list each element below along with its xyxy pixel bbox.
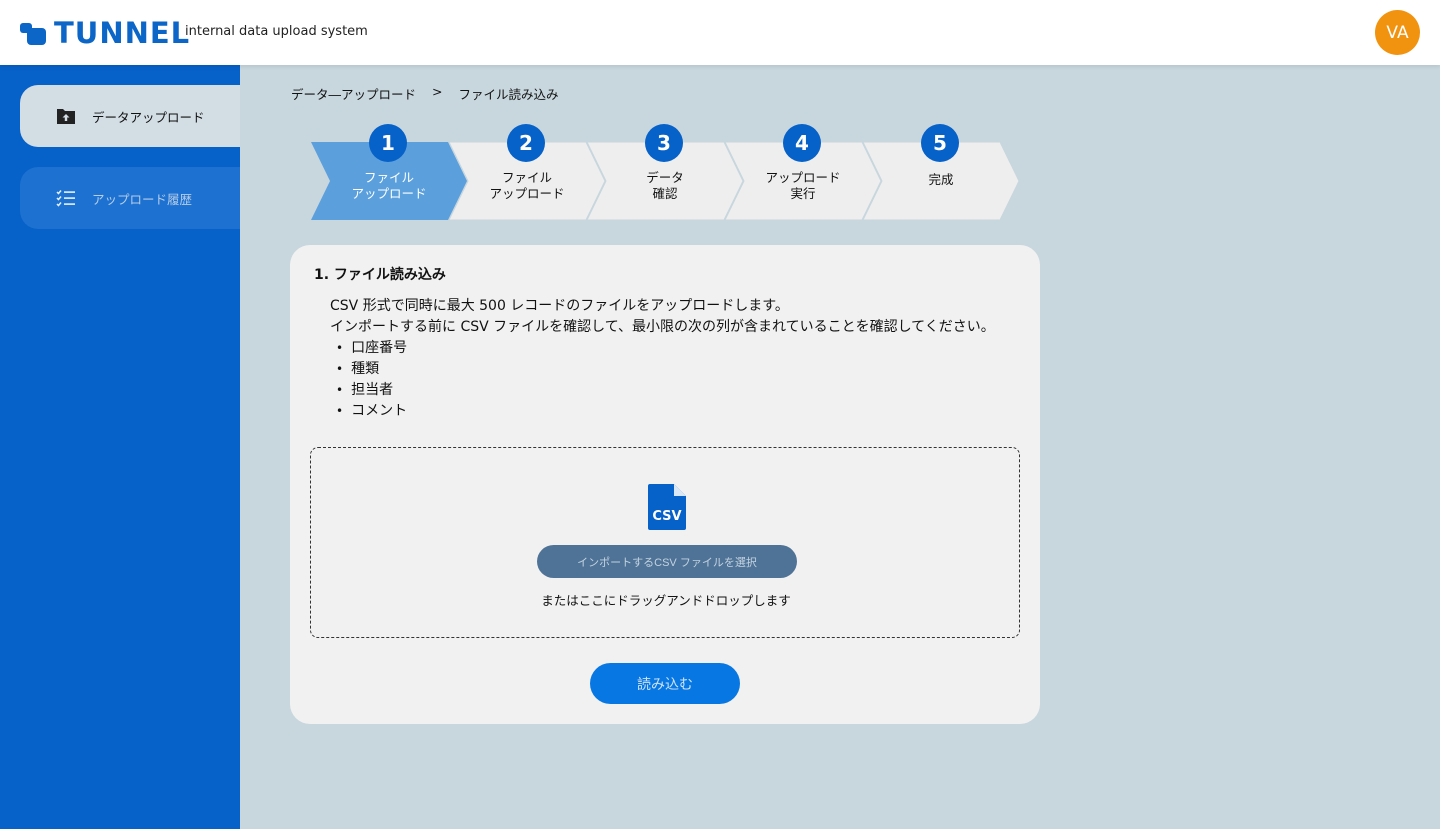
breadcrumb-item-file-read: ファイル読み込み — [458, 87, 559, 102]
breadcrumb-separator: > — [432, 84, 443, 99]
list-item: 口座番号 — [336, 338, 407, 359]
folder-upload-icon — [56, 106, 76, 126]
top-bar: TUNNEL internal data upload system VA — [0, 0, 1440, 65]
app-logo[interactable]: TUNNEL — [20, 18, 190, 48]
select-csv-file-button[interactable]: インポートするCSV ファイルを選択 — [537, 545, 797, 578]
sidebar-item-label: データアップロード — [92, 109, 205, 125]
sidebar-item-data-upload[interactable]: データアップロード — [20, 85, 240, 147]
step-label: データ 確認 — [646, 170, 684, 201]
step-number-badge: 1 — [369, 124, 407, 162]
drop-hint-text: またはここにドラッグアンドドロップします — [541, 593, 791, 608]
breadcrumb: データ―アップロード > ファイル読み込み — [291, 84, 559, 103]
sidebar-item-upload-history[interactable]: アップロード履歴 — [20, 167, 240, 229]
required-columns-list: 口座番号 種類 担当者 コメント — [336, 338, 407, 422]
step-number-badge: 2 — [507, 124, 545, 162]
step-number-badge: 4 — [783, 124, 821, 162]
csv-file-icon: CSV — [648, 484, 686, 530]
step-number-badge: 5 — [921, 124, 959, 162]
step-label: ファイル アップロード — [351, 170, 427, 201]
logo-mark-icon — [20, 19, 48, 47]
app-tagline: internal data upload system — [185, 24, 368, 39]
card-title: 1. ファイル読み込み — [314, 267, 446, 283]
file-read-card: 1. ファイル読み込み CSV 形式で同時に最大 500 レコードのファイルをア… — [290, 245, 1040, 724]
list-item: コメント — [336, 401, 407, 422]
user-avatar[interactable]: VA — [1375, 10, 1420, 55]
list-item: 担当者 — [336, 380, 407, 401]
upload-stepper: ファイル アップロード ファイル アップロード データ 確認 アップロード 実行… — [310, 124, 1022, 224]
checklist-icon — [56, 188, 76, 208]
logo-text: TUNNEL — [54, 16, 191, 50]
file-dropzone[interactable]: CSV インポートするCSV ファイルを選択 またはここにドラッグアンドドロップ… — [310, 447, 1020, 638]
svg-text:CSV: CSV — [652, 509, 681, 524]
step-label: ファイル アップロード — [489, 170, 565, 201]
sidebar: データアップロード アップロード履歴 — [0, 65, 240, 829]
breadcrumb-item-data-upload[interactable]: データ―アップロード — [291, 84, 416, 103]
sidebar-item-label: アップロード履歴 — [92, 191, 193, 207]
step-label: アップロード 実行 — [765, 170, 841, 201]
step-number-badge: 3 — [645, 124, 683, 162]
step-label: 完成 — [928, 172, 954, 187]
description-line: インポートする前に CSV ファイルを確認して、最小限の次の列が含まれていること… — [330, 319, 995, 335]
description-line: CSV 形式で同時に最大 500 レコードのファイルをアップロードします。 — [330, 298, 789, 314]
card-description: CSV 形式で同時に最大 500 レコードのファイルをアップロードします。 イン… — [330, 296, 995, 338]
read-button[interactable]: 読み込む — [590, 663, 740, 704]
list-item: 種類 — [336, 359, 407, 380]
